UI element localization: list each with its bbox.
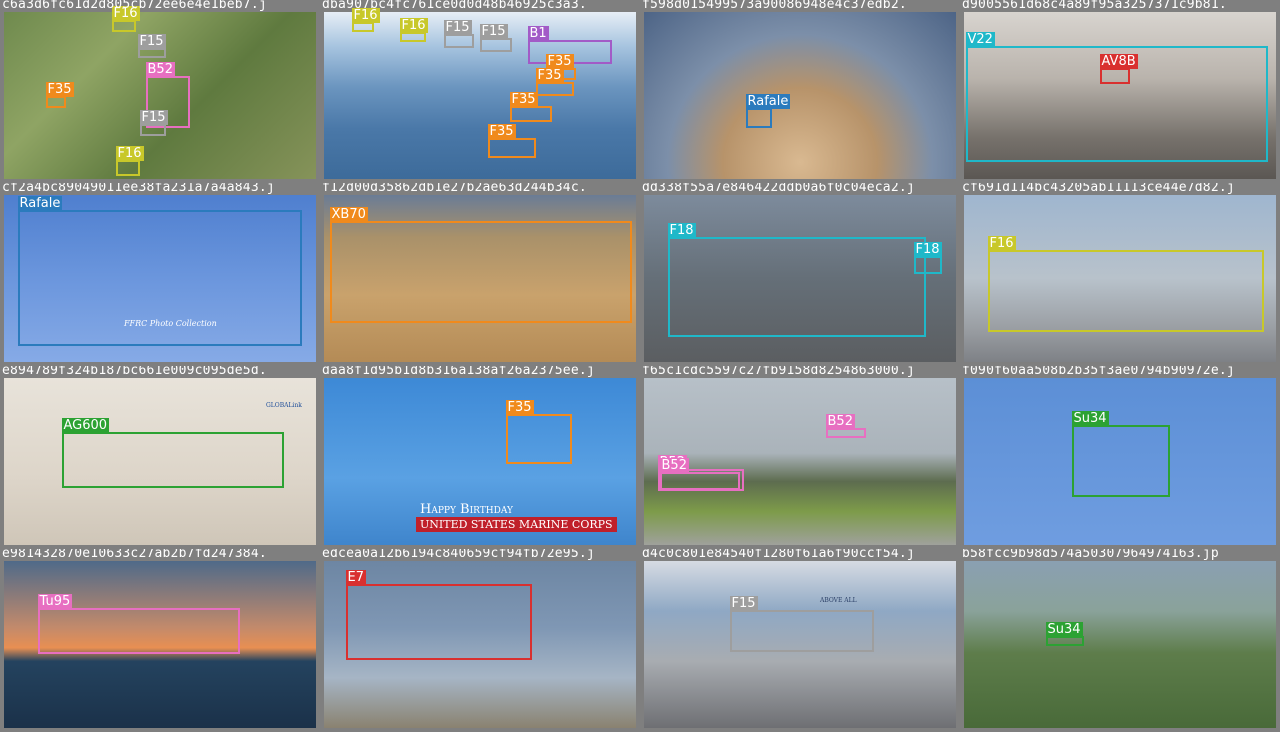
detection-label: B52 — [145, 62, 175, 77]
detection-box: F16 — [111, 6, 140, 32]
detection-box: F18 — [913, 242, 942, 274]
tile-filename: b58fcc9b98d574a50307964974163.jp — [962, 549, 1219, 561]
detection-label: F15 — [139, 110, 168, 125]
detection-label: F16 — [987, 236, 1016, 251]
tile-filename: f090f60aa508b2b35f3ae0794b90972e.j — [962, 366, 1235, 378]
detection-label: B1 — [527, 26, 549, 41]
prediction-tile: edcea0a12b6194c840659cf94fb72e95.j E7 — [320, 549, 640, 732]
detection-label: B52 — [825, 414, 855, 429]
banner-text: ABOVE ALL — [820, 597, 857, 604]
tile-filename: daa8f1d95b1d8b316a138af26a2375ee.j — [322, 366, 595, 378]
detection-box: Rafale — [745, 94, 791, 128]
detection-label: AG600 — [61, 418, 110, 433]
detection-box: B52 — [659, 458, 740, 490]
prediction-tile: dd338f55a7e846422ddb0a6f0c04eca2.j F18 F18 — [640, 183, 960, 366]
prediction-tile: d4c0c801e84540f1280f61a6f90ccf54.j F15 ABO… — [640, 549, 960, 732]
prediction-tile: dba907bc4fc761ce0d0d48b46925c3a3. F16 F16 F… — [320, 0, 640, 183]
detection-box: B52 — [825, 414, 866, 438]
detection-box: AG600 — [61, 418, 284, 488]
detection-box: F35 — [509, 92, 552, 122]
detection-label: B52 — [659, 458, 689, 473]
banner-line-1: Happy Birthday — [420, 502, 513, 517]
prediction-tile: e894789f324b187bc661e009c095de5d. AG600 GL… — [0, 366, 320, 549]
tile-filename: edcea0a12b6194c840659cf94fb72e95.j — [322, 549, 595, 561]
prediction-tile: f598d015499573a90086948e4c37edb2. Rafale — [640, 0, 960, 183]
detection-box: E7 — [345, 570, 532, 660]
prediction-tile: cf2a4bc89049011ee38fa231a7a4a843.j Rafale… — [0, 183, 320, 366]
prediction-tile: c6a3d6fc61d2d805cb72ee6e4e1beb7.j F16 F15 B… — [0, 0, 320, 183]
tile-filename: e894789f324b187bc661e009c095de5d. — [2, 366, 267, 378]
prediction-tile: b58fcc9b98d574a50307964974163.jp Su34 — [960, 549, 1280, 732]
prediction-tile: e981432870e10633c27ab2b7fd247384. Tu95 — [0, 549, 320, 732]
detection-label: F15 — [729, 596, 758, 611]
detection-label: F15 — [479, 24, 508, 39]
prediction-tile: f65c1cdc5597c27fb9158d8254863000.j B52 B52… — [640, 366, 960, 549]
detection-box: F16 — [351, 8, 380, 32]
detection-label: F16 — [399, 18, 428, 33]
detection-box: F35 — [505, 400, 572, 464]
tile-filename: cf691d114bc43205ab11113ce44e7d82.j — [962, 183, 1235, 195]
detection-label: F15 — [443, 20, 472, 35]
detection-label: F35 — [487, 124, 516, 139]
tile-image — [644, 378, 956, 545]
detection-box: Tu95 — [37, 594, 240, 654]
detection-box: F15 — [443, 20, 474, 48]
detection-box: Rafale — [17, 196, 302, 346]
detection-label: E7 — [345, 570, 366, 585]
detection-label: F15 — [137, 34, 166, 49]
detection-label: F35 — [505, 400, 534, 415]
detection-box: F18 — [667, 223, 926, 337]
detection-box: F16 — [987, 236, 1264, 332]
detection-box: F15 — [479, 24, 512, 52]
tile-filename: c6a3d6fc61d2d805cb72ee6e4e1beb7.j — [2, 0, 267, 12]
detection-box: F16 — [399, 18, 428, 42]
prediction-tile: f12d00d35862db1e27b2ae63d244b34c. XB70 — [320, 183, 640, 366]
detection-label: Rafale — [745, 94, 791, 109]
tile-filename: cf2a4bc89049011ee38fa231a7a4a843.j — [2, 183, 275, 195]
tile-filename: f65c1cdc5597c27fb9158d8254863000.j — [642, 366, 915, 378]
prediction-tile: d9005561d68c4a89f95a3257371c9b81. V22 AV8B — [960, 0, 1280, 183]
detection-box: Su34 — [1071, 411, 1170, 497]
tile-filename: dd338f55a7e846422ddb0a6f0c04eca2.j — [642, 183, 915, 195]
detection-label: Rafale — [17, 196, 63, 211]
tile-filename: f598d015499573a90086948e4c37edb2. — [642, 0, 907, 12]
detection-box: F35 — [535, 68, 574, 96]
detection-label: XB70 — [329, 207, 368, 222]
detection-label: V22 — [965, 32, 995, 47]
tile-image — [964, 561, 1276, 728]
detection-label: F18 — [913, 242, 942, 257]
detection-label: F35 — [509, 92, 538, 107]
watermark: GLOBALink — [266, 402, 302, 409]
tile-filename: e981432870e10633c27ab2b7fd247384. — [2, 549, 267, 561]
detection-label: AV8B — [1099, 54, 1138, 69]
detection-label: Su34 — [1045, 622, 1083, 637]
tile-filename: dba907bc4fc761ce0d0d48b46925c3a3. — [322, 0, 587, 12]
detection-box: XB70 — [329, 207, 632, 323]
detection-box: F35 — [45, 82, 74, 108]
detection-label: F35 — [45, 82, 74, 97]
prediction-grid: c6a3d6fc61d2d805cb72ee6e4e1beb7.j F16 F15 B… — [0, 0, 1280, 732]
detection-label: F18 — [667, 223, 696, 238]
tile-filename: f12d00d35862db1e27b2ae63d244b34c. — [322, 183, 587, 195]
detection-box: F15 — [729, 596, 874, 652]
prediction-tile: f090f60aa508b2b35f3ae0794b90972e.j Su34 — [960, 366, 1280, 549]
detection-box: F16 — [115, 146, 144, 176]
banner-line-2: UNITED STATES MARINE CORPS — [416, 517, 617, 532]
tile-image — [644, 12, 956, 179]
detection-label: F35 — [545, 54, 574, 69]
detection-box: AV8B — [1099, 54, 1138, 84]
detection-box: F35 — [487, 124, 536, 158]
prediction-tile: daa8f1d95b1d8b316a138af26a2375ee.j F35 Hap… — [320, 366, 640, 549]
detection-label: F35 — [535, 68, 564, 83]
detection-label: Su34 — [1071, 411, 1109, 426]
detection-box: Su34 — [1045, 622, 1084, 646]
detection-box: F15 — [139, 110, 168, 136]
detection-label: F16 — [115, 146, 144, 161]
detection-label: Tu95 — [37, 594, 73, 609]
tile-filename: d4c0c801e84540f1280f61a6f90ccf54.j — [642, 549, 915, 561]
tile-filename: d9005561d68c4a89f95a3257371c9b81. — [962, 0, 1227, 12]
detection-box: F15 — [137, 34, 166, 58]
prediction-tile: cf691d114bc43205ab11113ce44e7d82.j F16 — [960, 183, 1280, 366]
